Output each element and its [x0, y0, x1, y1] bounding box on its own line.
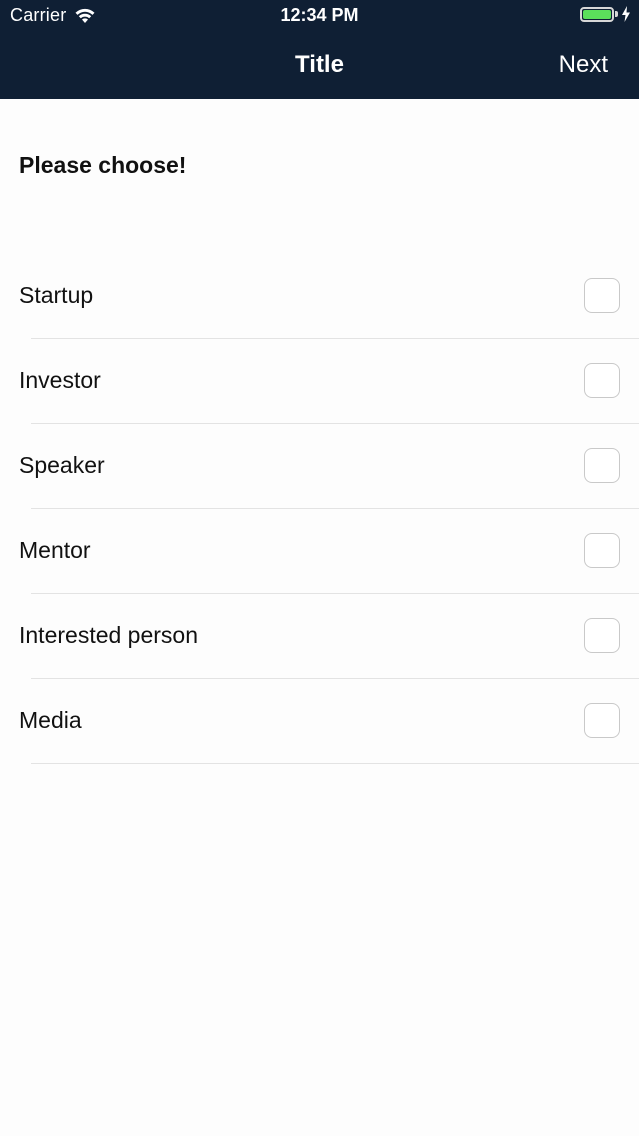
checkbox[interactable] [584, 703, 620, 738]
option-row-startup[interactable]: Startup [0, 254, 639, 339]
header: Carrier 12:34 PM Title Next [0, 0, 639, 99]
battery-indicator [580, 6, 631, 22]
nav-title: Title [295, 51, 344, 78]
option-label: Startup [19, 282, 94, 308]
option-label: Speaker [19, 452, 105, 478]
option-label: Media [19, 707, 82, 733]
option-label: Mentor [19, 537, 91, 563]
battery-icon [580, 6, 614, 22]
status-bar: Carrier 12:34 PM [0, 0, 639, 34]
option-label: Investor [19, 367, 101, 393]
battery-fill [583, 9, 611, 19]
row-separator [31, 763, 639, 764]
prompt-heading: Please choose! [19, 152, 187, 178]
checkbox[interactable] [584, 278, 620, 313]
next-button[interactable]: Next [559, 51, 608, 79]
option-row-speaker[interactable]: Speaker [0, 424, 639, 509]
nav-bar: Title Next [0, 34, 639, 99]
option-row-investor[interactable]: Investor [0, 339, 639, 424]
status-time: 12:34 PM [280, 5, 359, 25]
checkbox[interactable] [584, 618, 620, 653]
screen: Carrier 12:34 PM Title Next Please choos… [0, 0, 639, 1136]
checkbox[interactable] [584, 363, 620, 398]
option-row-interested-person[interactable]: Interested person [0, 594, 639, 679]
battery-cap [615, 11, 618, 17]
option-row-mentor[interactable]: Mentor [0, 509, 639, 594]
option-label: Interested person [19, 622, 199, 648]
bolt-icon [622, 6, 630, 22]
checkbox[interactable] [584, 448, 620, 483]
checkbox[interactable] [584, 533, 620, 568]
option-list: Startup Investor Speaker Mentor Interest… [0, 254, 639, 764]
option-row-media[interactable]: Media [0, 679, 639, 764]
